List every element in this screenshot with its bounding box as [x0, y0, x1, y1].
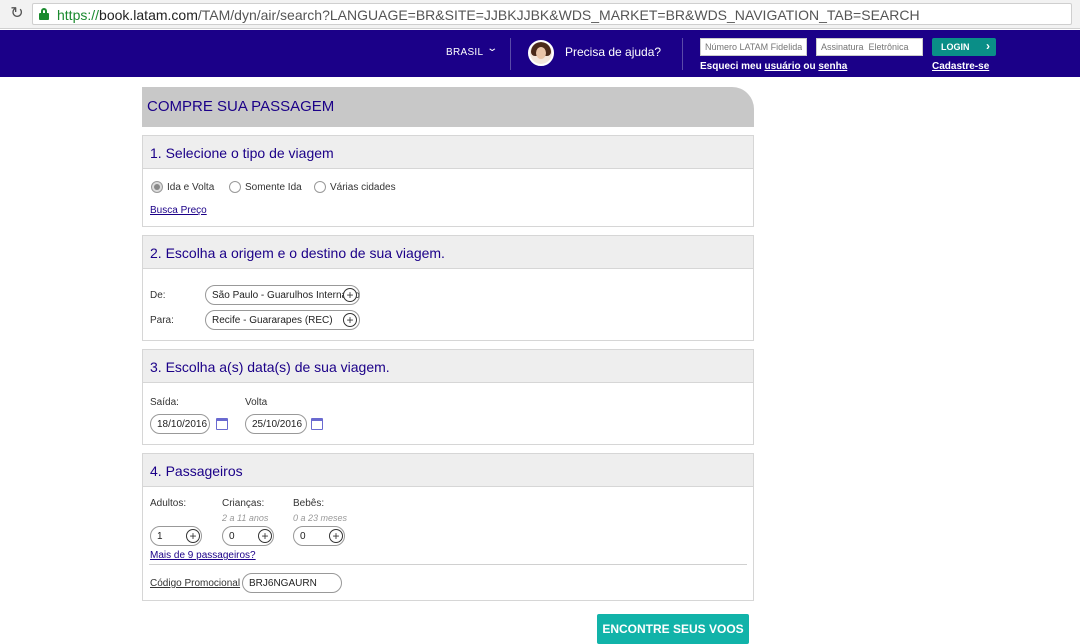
header-divider	[510, 38, 511, 70]
babies-age-hint: 0 a 23 meses	[293, 513, 348, 523]
url-text: https://book.latam.com/TAM/dyn/air/searc…	[57, 7, 920, 23]
section-title: 1. Selecione o tipo de viagem	[150, 145, 334, 161]
calendar-icon[interactable]	[216, 418, 228, 430]
return-date-input[interactable]: 25/10/2016	[245, 414, 307, 434]
forgot-password-link[interactable]: senha	[818, 61, 847, 72]
radio-one-way[interactable]: Somente Ida	[229, 181, 302, 193]
trip-type-section: 1. Selecione o tipo de viagem Ida e Volt…	[142, 135, 754, 227]
radio-icon[interactable]	[229, 181, 241, 193]
passengers-section: 4. Passageiros Adultos: 1 + Crianças: 2 …	[142, 453, 754, 601]
page-title-bar: COMPRE SUA PASSAGEM	[142, 87, 754, 127]
help-link[interactable]: Precisa de ajuda?	[565, 45, 661, 59]
price-search-link[interactable]: Busca Preço	[150, 205, 207, 216]
children-label: Crianças:	[222, 498, 265, 509]
login-button[interactable]: LOGIN ›	[932, 38, 996, 56]
adults-label: Adultos:	[150, 498, 187, 509]
to-label: Para:	[150, 315, 174, 326]
divider	[149, 564, 747, 565]
departure-date-input[interactable]: 18/10/2016	[150, 414, 210, 434]
more-passengers-link[interactable]: Mais de 9 passageiros?	[150, 550, 256, 561]
radio-icon[interactable]	[314, 181, 326, 193]
browser-address-bar: ↻ https://book.latam.com/TAM/dyn/air/sea…	[0, 0, 1080, 29]
promo-code-input[interactable]: BRJ6NGAURN	[242, 573, 342, 593]
promo-code-label[interactable]: Código Promocional	[150, 578, 240, 589]
origin-input[interactable]: São Paulo - Guarulhos Internacional	[205, 285, 360, 305]
plus-icon[interactable]: +	[343, 313, 357, 327]
destination-input[interactable]: Recife - Guararapes (REC)	[205, 310, 360, 330]
chevron-right-icon: ›	[986, 39, 990, 53]
reload-icon[interactable]: ↻	[8, 5, 26, 23]
country-selector[interactable]: BRASIL	[446, 47, 483, 58]
signup-link[interactable]: Cadastre-se	[932, 61, 989, 72]
radio-multi-city[interactable]: Várias cidades	[314, 181, 396, 193]
lock-icon	[39, 8, 49, 20]
children-age-hint: 2 a 11 anos	[222, 513, 269, 523]
radio-round-trip[interactable]: Ida e Volta	[151, 181, 214, 193]
signature-input[interactable]	[816, 38, 923, 56]
forgot-user-link[interactable]: usuário	[764, 61, 800, 72]
dates-section: 3. Escolha a(s) data(s) de sua viagem. S…	[142, 349, 754, 445]
header-divider	[682, 38, 683, 70]
loyalty-number-input[interactable]	[700, 38, 807, 56]
from-label: De:	[150, 290, 166, 301]
origin-destination-section: 2. Escolha a origem e o destino de sua v…	[142, 235, 754, 341]
radio-checked-icon[interactable]	[151, 181, 163, 193]
plus-icon[interactable]: +	[329, 529, 343, 543]
chevron-down-icon[interactable]: ⌄	[486, 43, 498, 54]
return-label: Volta	[245, 397, 268, 408]
section-title: 3. Escolha a(s) data(s) de sua viagem.	[150, 359, 390, 375]
url-field[interactable]: https://book.latam.com/TAM/dyn/air/searc…	[32, 3, 1072, 25]
forgot-credentials: Esqueci meu usuário ou senha	[700, 61, 848, 72]
babies-label: Bebês:	[293, 498, 325, 509]
section-title: 2. Escolha a origem e o destino de sua v…	[150, 245, 445, 261]
section-title: 4. Passageiros	[150, 463, 243, 479]
calendar-icon[interactable]	[311, 418, 323, 430]
help-agent-avatar[interactable]	[528, 40, 554, 66]
plus-icon[interactable]: +	[343, 288, 357, 302]
plus-icon[interactable]: +	[258, 529, 272, 543]
plus-icon[interactable]: +	[186, 529, 200, 543]
page-title: COMPRE SUA PASSAGEM	[147, 98, 335, 115]
site-header: BRASIL ⌄ Precisa de ajuda? LOGIN› Esquec…	[0, 30, 1080, 77]
departure-label: Saída:	[150, 397, 179, 408]
